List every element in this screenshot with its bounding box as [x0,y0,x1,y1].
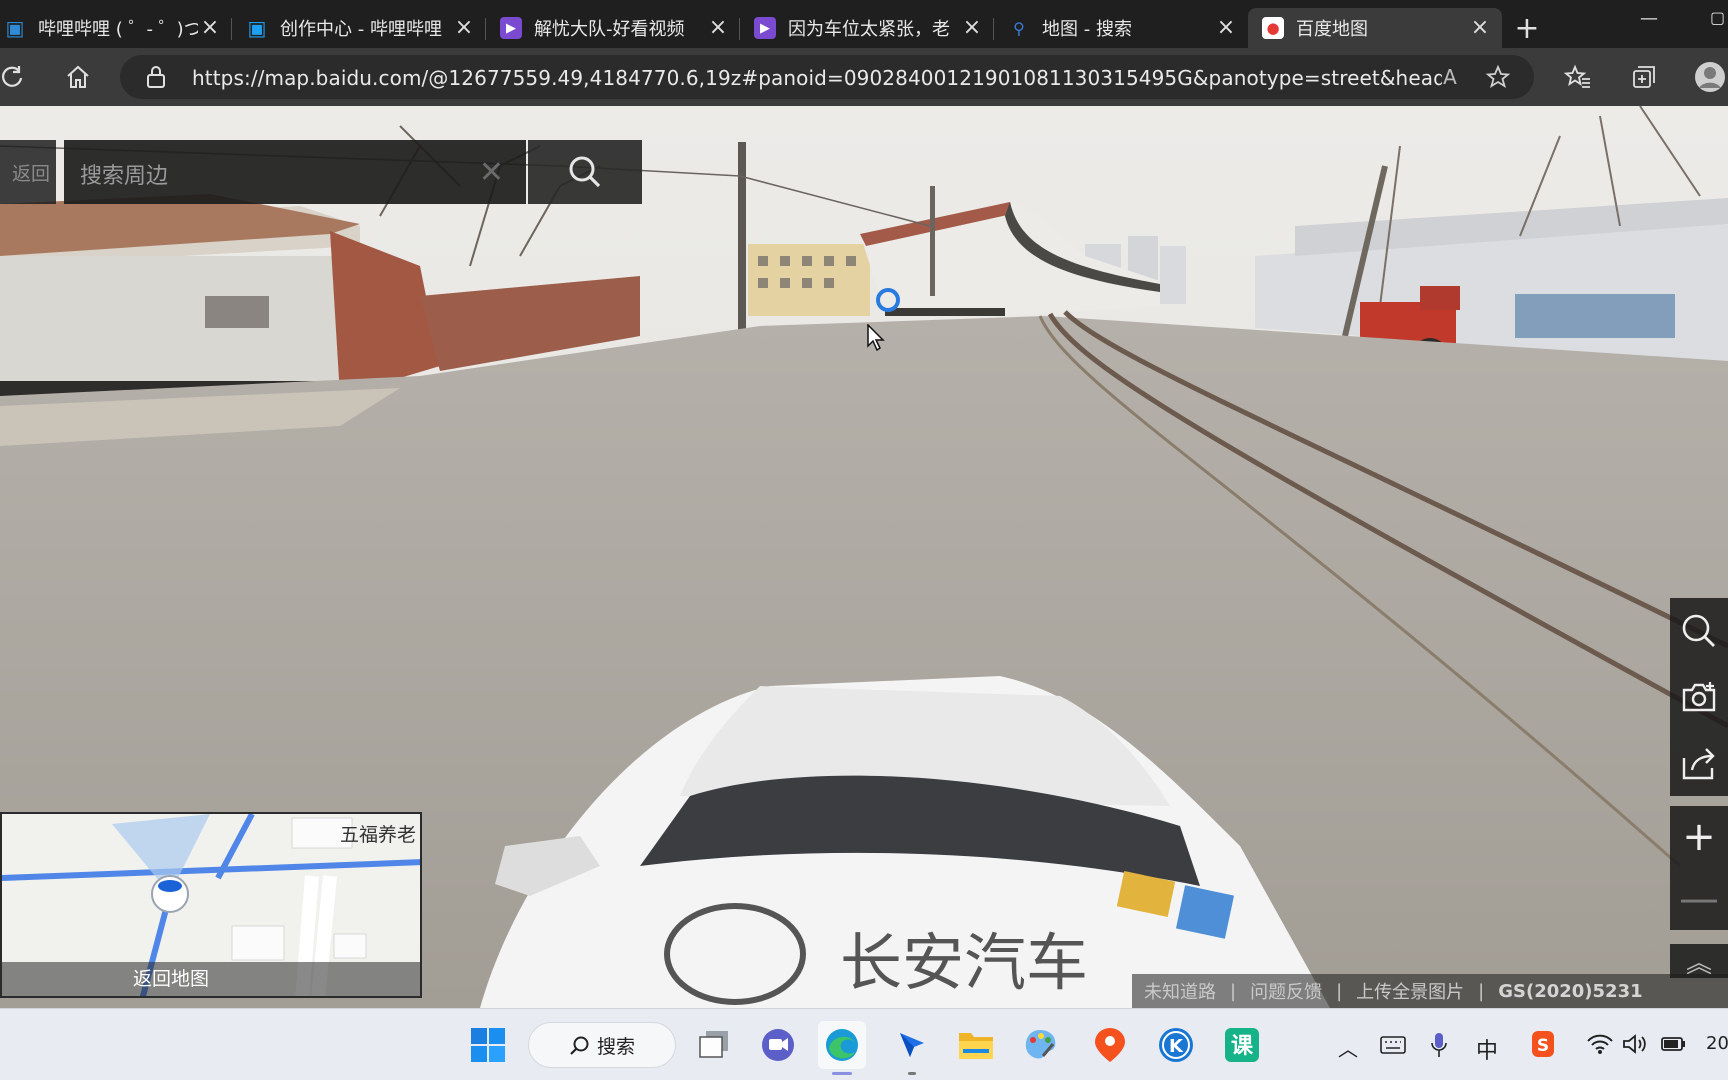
address-bar[interactable]: https://map.baidu.com/@12677559.49,41847… [120,55,1534,99]
clock[interactable]: 20 [1706,1033,1728,1054]
tab-map-search[interactable]: ⚲ 地图 - 搜索 × [994,8,1248,48]
k-app-icon[interactable]: K [1152,1021,1200,1069]
close-icon[interactable]: × [198,16,222,40]
tab-bilibili-home[interactable]: ▣ 哔哩哔哩 ( ゜- ゜)つロ × [0,8,232,48]
tab-title: 百度地图 [1296,19,1368,40]
browser-toolbar: https://map.baidu.com/@12677559.49,41847… [0,48,1728,106]
loading-ring-icon [876,288,900,312]
read-aloud-icon[interactable]: A [1434,61,1466,93]
minimap[interactable]: 五福养老 返回地图 [0,812,422,998]
nearby-search-box[interactable]: 搜索周边 ✕ [64,140,526,204]
keyboard-icon[interactable] [1380,1035,1406,1055]
tab-strip: ▣ 哔哩哔哩 ( ゜- ゜)つロ × ▣ 创作中心 - 哔哩哔哩 × ▶ 解忧大… [0,0,1728,48]
unknown-road-label: 未知道路 [1144,982,1216,1003]
ime-indicator[interactable]: 中 [1476,1033,1498,1065]
meet-icon[interactable] [754,1021,802,1069]
home-icon[interactable] [62,61,94,93]
add-favorite-icon[interactable] [1482,61,1514,93]
course-app-icon[interactable]: 课 [1218,1021,1266,1069]
zoom-panel: + — [1670,806,1728,930]
tab-title: 解忧大队-好看视频 [534,19,685,40]
search-icon [570,1036,589,1055]
minimize-button[interactable]: — [1640,8,1658,29]
collapse-panel-button[interactable]: ︽ [1670,944,1728,979]
back-label: 返回 [11,162,50,185]
mouse-cursor-icon [867,324,885,352]
sogou-ime-icon[interactable]: S [1530,1029,1556,1059]
collections-icon[interactable] [1628,61,1660,93]
start-icon[interactable] [464,1021,512,1069]
chevron-up-icon[interactable]: ︿ [1338,1033,1358,1062]
windows-taskbar: 搜索 K 课 ︿ 中 S 20 [0,1008,1728,1080]
upload-panorama-link[interactable]: 上传全景图片 [1356,978,1464,1004]
camera-icon[interactable] [1680,678,1718,716]
pin-app-icon[interactable] [1086,1021,1134,1069]
search-icon[interactable] [1680,612,1718,650]
task-view-icon[interactable] [690,1021,738,1069]
search-placeholder: 搜索周边 [80,164,169,189]
car-brand-text: 长安汽车 [840,926,1088,999]
search-icon: ⚲ [1013,18,1025,38]
tab-title: 创作中心 - 哔哩哔哩 [280,19,442,40]
battery-icon[interactable] [1660,1033,1688,1055]
tab-title: 地图 - 搜索 [1042,19,1132,40]
street-view-panorama[interactable]: 长安汽车 返回 搜索周边 ✕ + — ︽ 五福养老 返回地图 未知道路 | 问题… [0,106,1728,1008]
profile-avatar-icon[interactable] [1694,61,1726,93]
svg-text:K: K [1169,1036,1184,1057]
video-play-icon: ▶ [754,17,776,39]
feishu-icon[interactable] [888,1021,936,1075]
wifi-icon[interactable] [1586,1033,1614,1055]
close-icon[interactable]: × [452,16,476,40]
close-icon[interactable]: × [960,16,984,40]
bilibili-tv-icon: ▣ [247,16,267,40]
feedback-link[interactable]: 问题反馈 [1250,978,1322,1004]
volume-icon[interactable] [1622,1033,1648,1055]
maximize-button[interactable]: ▢ [1710,8,1725,27]
baidu-map-pin-icon: ● [1262,17,1284,39]
close-icon[interactable]: × [706,16,730,40]
taskbar-search-label: 搜索 [597,1035,636,1058]
clear-icon[interactable]: ✕ [479,155,504,190]
tab-title: 哔哩哔哩 ( ゜- ゜)つロ [38,19,198,40]
return-to-map-button[interactable]: 返回地图 [2,962,420,996]
tab-title: 因为车位太紧张，老 [788,19,950,40]
lock-icon[interactable] [140,61,172,93]
svg-text:S: S [1537,1036,1549,1056]
taskbar-search[interactable]: 搜索 [528,1022,676,1068]
search-icon [569,156,601,188]
microphone-icon[interactable] [1430,1031,1448,1059]
search-button[interactable] [528,140,642,204]
tab-baidu-map[interactable]: ● 百度地图 × [1248,8,1502,48]
url-text[interactable]: https://map.baidu.com/@12677559.49,41847… [192,66,1442,90]
minimap-poi-label: 五福养老 [339,824,416,846]
refresh-icon[interactable] [0,61,28,93]
close-icon[interactable]: × [1214,16,1238,40]
zoom-out-button[interactable]: — [1679,879,1719,919]
tab-bilibili-creator[interactable]: ▣ 创作中心 - 哔哩哔哩 × [232,8,486,48]
paint-icon[interactable] [1016,1021,1064,1069]
back-button[interactable]: 返回 [0,140,56,204]
share-icon[interactable] [1680,744,1718,782]
zoom-in-button[interactable]: + [1682,817,1716,857]
tab-haokan-video[interactable]: ▶ 解忧大队-好看视频 × [486,8,740,48]
file-explorer-icon[interactable] [952,1021,1000,1069]
bilibili-tv-icon: ▣ [5,16,25,40]
license-number: GS(2020)5231 [1498,980,1643,1002]
legal-bar: 未知道路 | 问题反馈 | 上传全景图片 | GS(2020)5231 [1132,974,1728,1008]
close-icon[interactable]: × [1468,16,1492,40]
edge-icon[interactable] [818,1021,866,1075]
tab-parking-video[interactable]: ▶ 因为车位太紧张，老 × [740,8,994,48]
favorites-icon[interactable] [1562,61,1594,93]
tool-panel [1670,598,1728,796]
svg-text:课: 课 [1231,1034,1254,1059]
video-play-icon: ▶ [500,17,522,39]
new-tab-button[interactable]: + [1502,8,1552,48]
